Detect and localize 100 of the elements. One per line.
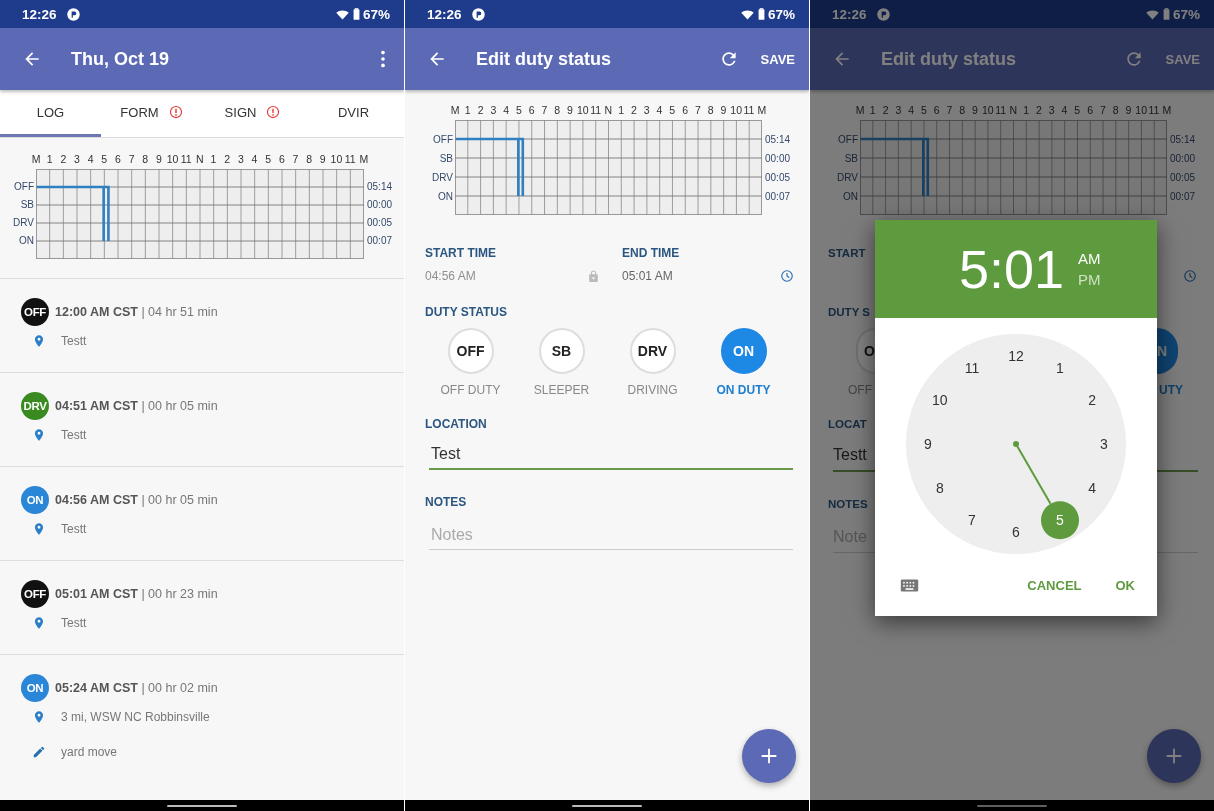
hour-label: 7 <box>291 152 300 166</box>
hour-label: 3 <box>894 103 903 117</box>
duty-status-button[interactable]: ON <box>720 328 767 374</box>
hour-label: 9 <box>971 103 979 117</box>
status-total: 00:00 <box>1169 151 1197 166</box>
battery-icon <box>352 8 360 20</box>
hour-label: 2 <box>1035 103 1043 117</box>
hour-label: N <box>603 103 614 117</box>
battery-percent: 67% <box>1172 6 1200 22</box>
duty-status-button[interactable]: SB <box>538 328 585 374</box>
end-time-label: END TIME <box>622 245 681 261</box>
status-label: SB <box>19 198 35 212</box>
status-label: OFF <box>432 132 454 147</box>
hour-label: M <box>30 152 42 166</box>
status-badge: DRV <box>21 392 49 420</box>
status-time: 12:26 <box>427 6 462 22</box>
hour-label: 2 <box>223 152 232 166</box>
hour-label: 5 <box>668 103 677 117</box>
status-badge: OFF <box>21 580 49 608</box>
clock-number[interactable]: 3 <box>1100 436 1108 452</box>
hour-label: 3 <box>236 152 245 166</box>
hour-label: 9 <box>1124 103 1133 117</box>
start-time-label: START TIME <box>425 245 498 261</box>
clock-number[interactable]: 4 <box>1088 480 1097 496</box>
hour-label: 4 <box>1060 103 1069 117</box>
clock-number[interactable]: 7 <box>968 512 976 529</box>
clock-hand <box>1013 441 1052 505</box>
hour-label: 2 <box>476 103 485 117</box>
clock-number[interactable]: 8 <box>935 480 944 496</box>
entry-location: Testt <box>61 428 87 442</box>
hour-label: 1 <box>1022 103 1031 117</box>
location-pin-icon <box>32 428 46 442</box>
hour-label: 4 <box>502 103 511 117</box>
hour-label: 4 <box>250 152 259 166</box>
hour-label: M <box>358 152 370 166</box>
duty-status-button[interactable]: OFF <box>447 328 494 374</box>
clock-number[interactable]: 6 <box>1012 524 1020 540</box>
duty-status-button[interactable]: DRV <box>629 328 676 374</box>
notification-icon <box>470 6 486 22</box>
hour-label: 7 <box>540 103 549 117</box>
hour-label: 10 <box>576 103 590 117</box>
entry-location: Testt <box>61 522 87 536</box>
location-pin-icon <box>32 710 46 724</box>
battery-icon <box>757 8 765 20</box>
hour-label: 8 <box>958 103 967 117</box>
clock-icon[interactable] <box>1183 269 1197 283</box>
status-badge: ON <box>21 486 49 514</box>
screen-title: Edit duty status <box>881 48 1017 70</box>
duty-status-button[interactable]: O <box>856 328 875 374</box>
hour-label: 6 <box>114 152 122 166</box>
status-label: ON <box>437 189 454 204</box>
clock-number[interactable]: 12 <box>1008 348 1024 364</box>
clock-number[interactable]: 1 <box>1056 359 1064 376</box>
tab[interactable]: FORM <box>101 90 202 137</box>
clock-icon[interactable] <box>780 269 794 283</box>
entry-location: Testt <box>61 616 87 630</box>
location-field[interactable]: Test <box>429 440 793 470</box>
clock-number[interactable]: 11 <box>964 359 980 376</box>
clock-number[interactable]: 9 <box>924 436 932 452</box>
status-total: 05:14 <box>366 180 394 194</box>
wifi-icon <box>1145 8 1159 20</box>
notes-label: NOTES <box>425 494 468 510</box>
end-time-value: 05:01 AM <box>622 269 673 283</box>
notification-icon <box>875 6 891 22</box>
tab[interactable]: DVIR <box>303 90 404 137</box>
notes-field[interactable]: Notes <box>429 520 793 550</box>
start-time-value: 04:56 AM <box>425 269 476 283</box>
hour-label: N <box>1008 103 1019 117</box>
status-label: DRV <box>836 170 859 185</box>
duty-status-label: DUTY S <box>828 305 870 320</box>
clock-number[interactable]: 2 <box>1088 392 1097 408</box>
hour-label: 10 <box>329 152 344 166</box>
start-time-label: START <box>828 246 866 261</box>
hour-label: 10 <box>1134 103 1148 117</box>
entry-location: Testt <box>61 334 87 348</box>
status-total: 00:00 <box>366 198 394 212</box>
hour-label: 4 <box>907 103 916 117</box>
duty-status-caption: OFF DUTY <box>440 382 501 398</box>
entry-summary: 12:00 AM CST | 04 hr 51 min <box>55 305 218 319</box>
location-pin-icon <box>32 522 46 536</box>
location-field[interactable]: Testt <box>833 446 875 464</box>
duty-status-caption: ON DUTY <box>716 382 771 398</box>
tab[interactable]: SIGN <box>202 90 303 137</box>
hour-label: 5 <box>264 152 273 166</box>
clock-number[interactable]: 10 <box>932 392 948 408</box>
hour-label: 4 <box>655 103 664 117</box>
status-total: 00:05 <box>1169 170 1197 185</box>
status-label: DRV <box>12 216 35 230</box>
hour-label: 11 <box>343 152 357 166</box>
duty-status-caption: SLEEPER <box>533 382 590 398</box>
save-button[interactable]: SAVE <box>758 47 797 71</box>
status-label: ON <box>842 189 859 204</box>
hour-label: 5 <box>1073 103 1082 117</box>
wifi-icon <box>740 8 754 20</box>
status-total: 00:00 <box>764 151 792 166</box>
location-pin-icon <box>32 334 46 348</box>
duty-status-label: DUTY STATUS <box>425 304 508 320</box>
duty-status-caption: OFF <box>848 382 872 398</box>
hour-label: 11 <box>742 103 756 117</box>
screen-title: Thu, Oct 19 <box>71 48 170 70</box>
